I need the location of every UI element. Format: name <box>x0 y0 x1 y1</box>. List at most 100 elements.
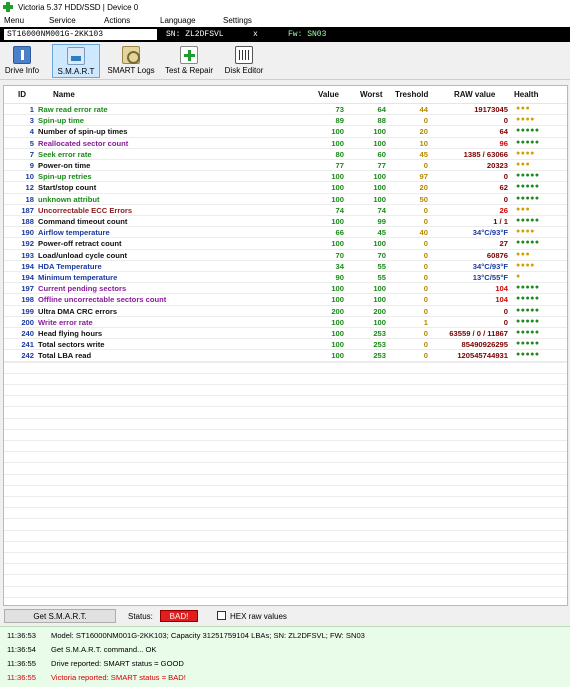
attr-threshold: 0 <box>423 351 428 361</box>
table-row[interactable]: 7 Seek error rate 80 60 45 1385 / 63066 ●●●● <box>4 149 567 160</box>
table-row[interactable]: 192 Power-off retract count 100 100 0 27 ●●●●● <box>4 238 567 250</box>
table-row[interactable]: 5 Reallocated sector count 100 100 10 96 ●●●●● <box>4 138 567 149</box>
attr-threshold: 0 <box>423 116 428 126</box>
smart-button[interactable]: S.M.A.R.T <box>52 44 100 78</box>
device-serial: SN: ZL2DFSVL <box>166 30 224 39</box>
attr-id: 187 <box>21 205 34 215</box>
attr-value: 77 <box>335 161 344 170</box>
table-row[interactable]: 194 HDA Temperature 34 55 0 34°C/93°F ●●●● <box>4 261 567 272</box>
table-row[interactable]: 193 Load/unload cycle count 70 70 0 60876 ●●● <box>4 250 567 261</box>
column-header-threshold[interactable]: Treshold <box>395 90 428 99</box>
attr-name: Total LBA read <box>38 351 92 361</box>
attr-worst: 55 <box>377 261 386 271</box>
column-header-id[interactable]: ID <box>18 90 26 99</box>
attr-name: Offline uncorrectable sectors count <box>38 295 167 305</box>
attr-raw: 34°C/93°F <box>472 261 508 271</box>
menu-item-actions[interactable]: Actions <box>104 16 130 25</box>
editor-icon <box>235 46 253 64</box>
log-line: 11:36:55 Drive reported: SMART status = G… <box>0 659 570 671</box>
table-row[interactable]: 242 Total LBA read 100 253 0 120545744931 ●●●●… <box>4 350 567 362</box>
drive-info-button[interactable]: Drive Info <box>2 44 42 78</box>
attr-value: 74 <box>335 205 344 215</box>
attr-raw: 62 <box>499 183 508 193</box>
grid-line <box>4 496 567 497</box>
log-panel: 11:36:53 Model: ST16000NM001G-2KK103; Cap… <box>0 626 570 687</box>
attr-id: 188 <box>21 217 34 226</box>
table-row[interactable]: 3 Spin-up time 89 88 0 0 ●●●● <box>4 115 567 127</box>
log-timestamp: 11:36:55 <box>7 673 36 682</box>
attr-health: ●●● <box>516 105 531 112</box>
attr-health: ●●●●● <box>516 317 540 325</box>
attr-worst: 74 <box>377 205 386 215</box>
attr-health: ● <box>516 273 521 280</box>
device-model-tab[interactable]: ST16000NM001G-2KK103 <box>4 29 157 40</box>
table-row[interactable]: 188 Command timeout count 100 99 0 1 / 1 ●●●●● <box>4 216 567 228</box>
column-header-health[interactable]: Health <box>514 90 538 99</box>
column-header-value[interactable]: Value <box>318 90 339 99</box>
table-row[interactable]: 190 Airflow temperature 66 45 40 34°C/93°F ●●●… <box>4 227 567 239</box>
menu-item-settings[interactable]: Settings <box>223 16 252 25</box>
menu-item-service[interactable]: Service <box>49 16 76 25</box>
column-header-raw[interactable]: RAW value <box>454 90 495 99</box>
hex-raw-label[interactable]: HEX raw values <box>230 612 287 621</box>
table-row[interactable]: 241 Total sectors write 100 253 0 85490926295… <box>4 339 567 351</box>
attr-worst: 99 <box>377 217 386 226</box>
grid-line <box>4 361 567 363</box>
table-row[interactable]: 4 Number of spin-up times 100 100 20 64 ●●●●● <box>4 126 567 138</box>
smart-attributes-grid[interactable]: ID Name Value Worst Treshold RAW value H… <box>3 85 568 606</box>
hex-raw-checkbox[interactable] <box>217 611 226 620</box>
attr-health: ●●●●● <box>516 351 540 359</box>
table-row[interactable]: 187 Uncorrectable ECC Errors 74 74 0 26 ●●● <box>4 205 567 216</box>
repair-icon <box>180 46 198 64</box>
attr-name: Total sectors write <box>38 340 105 350</box>
table-row[interactable]: 12 Start/stop count 100 100 20 62 ●●●●● <box>4 182 567 194</box>
attr-id: 200 <box>21 317 34 327</box>
grid-line <box>4 440 567 441</box>
attr-name: Ultra DMA CRC errors <box>38 306 118 316</box>
log-message: Model: ST16000NM001G-2KK103; Capacity 31… <box>51 631 365 640</box>
attr-id: 3 <box>29 116 34 126</box>
table-row[interactable]: 10 Spin-up retries 100 100 97 0 ●●●●● <box>4 171 567 183</box>
attr-threshold: 0 <box>423 205 428 215</box>
column-header-name[interactable]: Name <box>53 90 75 99</box>
table-row[interactable]: 1 Raw read error rate 73 64 44 19173045 ●●● <box>4 104 567 116</box>
window-title: Victoria 5.37 HDD/SSD | Device 0 <box>18 2 139 12</box>
table-row[interactable]: 18 unknown attribut 100 100 50 0 ●●●●● <box>4 194 567 205</box>
attr-threshold: 0 <box>423 217 428 226</box>
grid-line <box>4 417 567 419</box>
test-repair-label: Test & Repair <box>164 66 214 75</box>
menu-item-language[interactable]: Language <box>160 16 196 25</box>
table-row[interactable]: 199 Ultra DMA CRC errors 200 200 0 0 ●●●●● <box>4 306 567 317</box>
grid-header: ID Name Value Worst Treshold RAW value H… <box>4 86 567 104</box>
attr-value: 100 <box>331 329 344 338</box>
attr-worst: 100 <box>373 183 386 193</box>
smart-logs-button[interactable]: SMART Logs <box>106 44 156 78</box>
table-row[interactable]: 200 Write error rate 100 100 1 0 ●●●●● <box>4 317 567 328</box>
table-row[interactable]: 194 Minimum temperature 90 55 0 13°C/55°F ● <box>4 272 567 284</box>
test-repair-button[interactable]: Test & Repair <box>162 44 216 78</box>
attr-threshold: 0 <box>423 284 428 294</box>
table-row[interactable]: 198 Offline uncorrectable sectors count 10… <box>4 294 567 306</box>
attr-raw: 0 <box>503 306 508 316</box>
log-line: 11:36:53 Model: ST16000NM001G-2KK103; Cap… <box>0 631 570 643</box>
close-device-button[interactable]: x <box>253 29 258 40</box>
attr-raw: 27 <box>499 239 508 249</box>
attr-health: ●●●●● <box>516 127 540 135</box>
column-header-worst[interactable]: Worst <box>360 90 383 99</box>
attr-health: ●●●● <box>516 116 535 124</box>
menu-item-menu[interactable]: Menu <box>4 16 24 25</box>
attr-worst: 100 <box>373 194 386 204</box>
table-row[interactable]: 197 Current pending sectors 100 100 0 104 ●●●●… <box>4 283 567 295</box>
grid-line <box>4 552 567 553</box>
attr-id: 190 <box>21 228 34 238</box>
attr-threshold: 0 <box>423 340 428 350</box>
attr-health: ●●●●● <box>516 340 540 348</box>
attr-raw: 104 <box>495 284 508 294</box>
table-row[interactable]: 240 Head flying hours 100 253 0 63559 / 0 / 1… <box>4 328 567 340</box>
drive-icon <box>13 46 31 64</box>
attr-id: 197 <box>21 284 34 294</box>
disk-editor-button[interactable]: Disk Editor <box>222 44 266 78</box>
get-smart-button[interactable]: Get S.M.A.R.T. <box>4 609 116 623</box>
grid-line <box>4 428 567 430</box>
table-row[interactable]: 9 Power-on time 77 77 0 20323 ●●● <box>4 160 567 172</box>
